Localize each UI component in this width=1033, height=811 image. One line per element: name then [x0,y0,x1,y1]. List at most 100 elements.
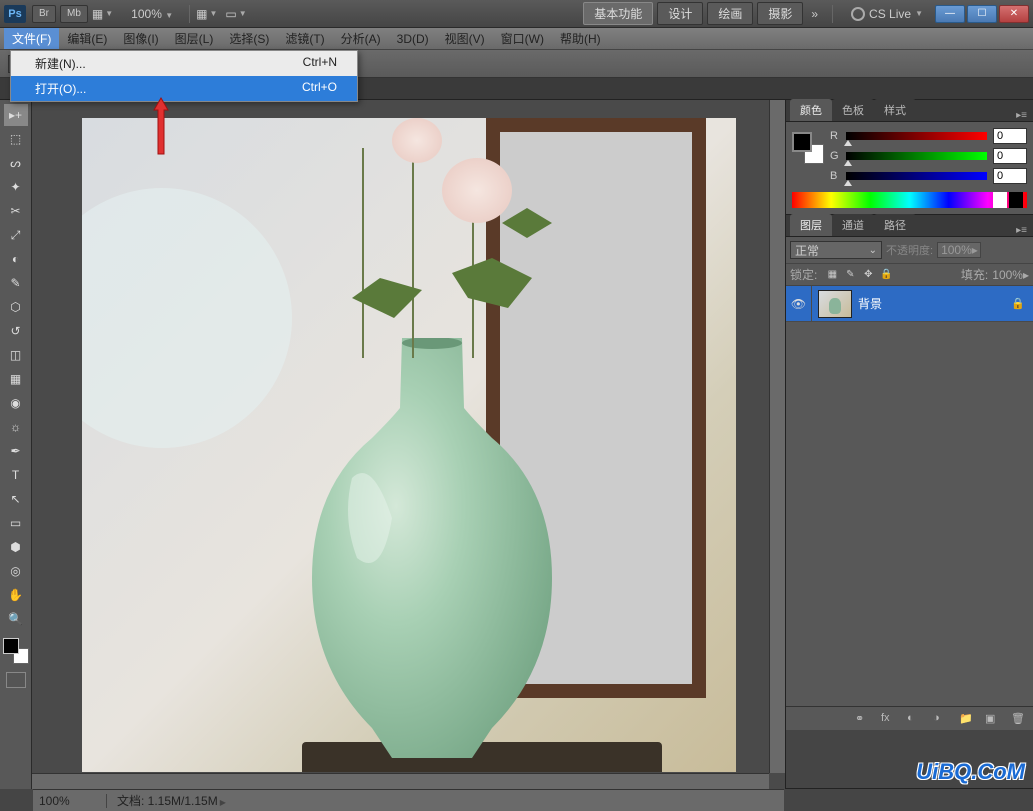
fill-input[interactable]: 100%▸ [992,268,1029,282]
menu-item-open[interactable]: 打开(O)... Ctrl+O [11,76,357,101]
zoom-tool[interactable]: 🔍 [4,608,28,630]
workspace-photo-button[interactable]: 摄影 [757,2,803,25]
layer-style-icon[interactable]: fx [881,712,897,726]
horizontal-scrollbar-area [32,773,769,789]
healing-brush-tool[interactable]: ◐ [4,248,28,270]
menu-image[interactable]: 图像(I) [115,28,166,49]
g-slider[interactable] [846,152,987,160]
minimize-button[interactable]: — [935,5,965,23]
eraser-tool[interactable]: ◫ [4,344,28,366]
quick-mask-button[interactable] [6,672,26,688]
tab-channels[interactable]: 通道 [832,214,874,236]
pen-tool[interactable]: ✒ [4,440,28,462]
lock-transparency-icon[interactable]: ▦ [825,268,839,282]
workspace-more-button[interactable]: » [807,7,822,21]
status-doc-info[interactable]: 文档: 1.15M/1.15M▶ [107,792,236,809]
path-select-tool[interactable]: ↖ [4,488,28,510]
tools-panel: ▸+ ⬚ ᔕ ✦ ✂ ⤢ ◐ ✎ ⬡ ↺ ◫ ▦ ◉ ☼ ✒ T ↖ ▭ ⬢ ◎… [0,100,32,789]
group-icon[interactable]: 📁 [959,712,975,726]
layer-row[interactable]: 👁 背景 🔒 [786,286,1033,322]
status-zoom[interactable]: 100% [39,794,107,808]
marquee-tool[interactable]: ⬚ [4,128,28,150]
tab-color[interactable]: 颜色 [790,99,832,121]
move-tool[interactable]: ▸+ [4,104,28,126]
lock-pixels-icon[interactable]: ✎ [843,268,857,282]
dodge-tool[interactable]: ☼ [4,416,28,438]
tab-layers[interactable]: 图层 [790,214,832,236]
blend-mode-dropdown[interactable]: 正常⌄ [790,241,882,259]
lock-position-icon[interactable]: ✥ [861,268,875,282]
layer-name[interactable]: 背景 [858,295,1011,312]
panel-menu-icon[interactable]: ▸≡ [1016,225,1033,236]
fill-label: 填充: [961,266,988,283]
layer-thumbnail[interactable] [818,290,852,318]
3d-tool[interactable]: ⬢ [4,536,28,558]
history-brush-tool[interactable]: ↺ [4,320,28,342]
menu-item-new[interactable]: 新建(N)... Ctrl+N [11,51,357,76]
lock-all-icon[interactable]: 🔒 [879,268,893,282]
bridge-button[interactable]: Br [32,5,56,23]
lasso-tool[interactable]: ᔕ [4,152,28,174]
menu-window[interactable]: 窗口(W) [493,28,552,49]
menu-3d[interactable]: 3D(D) [389,30,437,48]
vertical-scrollbar[interactable] [769,100,785,773]
new-layer-icon[interactable]: ▣ [985,712,1001,726]
clone-stamp-tool[interactable]: ⬡ [4,296,28,318]
b-slider[interactable] [846,172,987,180]
blur-tool[interactable]: ◉ [4,392,28,414]
r-value-input[interactable] [993,128,1027,144]
zoom-level-dropdown[interactable]: 100% ▼ [131,7,173,21]
workspace-basic-button[interactable]: 基本功能 [583,2,653,25]
shape-tool[interactable]: ▭ [4,512,28,534]
screen-mode-dropdown[interactable]: ▭▼ [225,7,246,21]
foreground-color-swatch[interactable] [3,638,19,654]
tab-styles[interactable]: 样式 [874,99,916,121]
arrange-documents-dropdown[interactable]: ▦▼ [196,7,217,21]
workspace-painting-button[interactable]: 绘画 [707,2,753,25]
file-dropdown-menu: 新建(N)... Ctrl+N 打开(O)... Ctrl+O [10,50,358,102]
color-swatch-box[interactable] [792,132,824,164]
menu-item-label: 打开(O)... [35,80,86,97]
fg-color-swatch[interactable] [792,132,812,152]
close-button[interactable]: ✕ [999,5,1029,23]
link-layers-icon[interactable]: ⚭ [855,712,871,726]
3d-camera-tool[interactable]: ◎ [4,560,28,582]
mini-bridge-button[interactable]: Mb [60,5,88,23]
layer-blend-controls: 正常⌄ 不透明度: 100%▸ [786,237,1033,264]
quick-select-tool[interactable]: ✦ [4,176,28,198]
gradient-tool[interactable]: ▦ [4,368,28,390]
menu-select[interactable]: 选择(S) [221,28,277,49]
tab-swatches[interactable]: 色板 [832,99,874,121]
maximize-button[interactable]: ☐ [967,5,997,23]
tab-paths[interactable]: 路径 [874,214,916,236]
g-value-input[interactable] [993,148,1027,164]
hand-tool[interactable]: ✋ [4,584,28,606]
brush-tool[interactable]: ✎ [4,272,28,294]
color-swatches[interactable] [3,638,29,664]
adjustment-layer-icon[interactable]: ◑ [933,712,949,726]
menu-item-shortcut: Ctrl+N [303,55,337,72]
view-extras-dropdown[interactable]: ▦▼ [92,7,113,21]
menu-layer[interactable]: 图层(L) [167,28,222,49]
cs-live-button[interactable]: CS Live ▼ [851,7,923,21]
type-tool[interactable]: T [4,464,28,486]
menu-filter[interactable]: 滤镜(T) [277,28,332,49]
visibility-toggle-icon[interactable]: 👁 [786,286,812,321]
opacity-input[interactable]: 100%▸ [937,242,981,258]
ps-logo-icon: Ps [4,5,26,23]
menu-view[interactable]: 视图(V) [437,28,493,49]
r-slider[interactable] [846,132,987,140]
eyedropper-tool[interactable]: ⤢ [4,224,28,246]
menu-edit[interactable]: 编辑(E) [59,28,115,49]
workspace-design-button[interactable]: 设计 [657,2,703,25]
panel-menu-icon[interactable]: ▸≡ [1016,110,1033,121]
color-spectrum[interactable] [792,192,1027,208]
menu-help[interactable]: 帮助(H) [552,28,609,49]
b-value-input[interactable] [993,168,1027,184]
layer-mask-icon[interactable]: ◐ [907,712,923,726]
menu-file[interactable]: 文件(F) [4,28,59,49]
menu-analysis[interactable]: 分析(A) [333,28,389,49]
delete-layer-icon[interactable]: 🗑 [1011,712,1027,726]
crop-tool[interactable]: ✂ [4,200,28,222]
document-canvas[interactable] [82,118,736,772]
